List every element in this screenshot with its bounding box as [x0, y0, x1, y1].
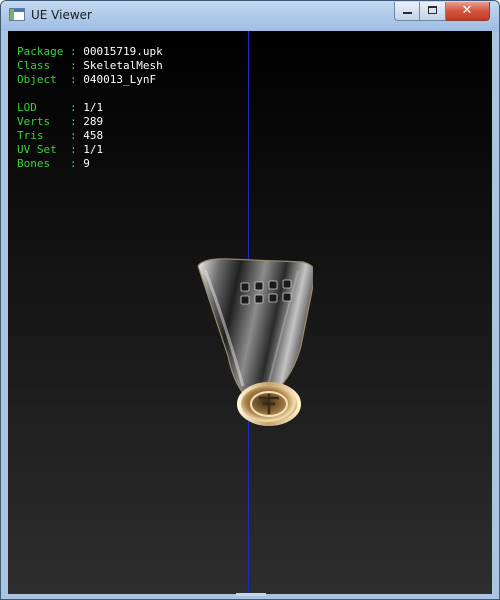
metal-tag-charm-mesh — [197, 258, 313, 426]
mesh-info-overlay: Package : 00015719.upk Class : SkeletalM… — [17, 45, 163, 171]
window-title: UE Viewer — [31, 8, 92, 22]
info-label: Class — [17, 59, 51, 72]
info-label: Tris — [17, 129, 44, 142]
info-value: 00015719.upk — [83, 45, 163, 58]
info-uvset-row: UV Set : 1/1 — [17, 143, 104, 156]
bottom-edge-grip — [236, 593, 266, 596]
minimize-button[interactable] — [394, 2, 420, 21]
info-bones-row: Bones : 9 — [17, 157, 90, 170]
ue-viewer-window: UE Viewer ✕ Package : 00015719.upk Class… — [0, 0, 500, 600]
info-label: Bones — [17, 157, 51, 170]
info-label: Package — [17, 45, 64, 58]
info-package-row: Package : 00015719.upk — [17, 45, 163, 58]
close-icon: ✕ — [461, 3, 473, 18]
info-value: 1/1 — [83, 143, 104, 156]
info-value: 040013_LynF — [83, 73, 157, 86]
info-value: 1/1 — [83, 101, 104, 114]
info-label: UV Set — [17, 143, 57, 156]
minimize-icon — [403, 12, 412, 14]
info-label: LOD — [17, 101, 37, 114]
info-value: 289 — [83, 115, 104, 128]
title-bar[interactable]: UE Viewer ✕ — [1, 1, 499, 31]
info-label: Verts — [17, 115, 51, 128]
maximize-button[interactable] — [420, 2, 446, 21]
info-tris-row: Tris : 458 — [17, 129, 104, 142]
info-lod-row: LOD : 1/1 — [17, 101, 104, 114]
maximize-icon — [428, 6, 437, 14]
info-verts-row: Verts : 289 — [17, 115, 104, 128]
app-icon — [9, 8, 25, 21]
info-value: 9 — [83, 157, 90, 170]
info-value: SkeletalMesh — [83, 59, 163, 72]
3d-viewport[interactable]: Package : 00015719.upk Class : SkeletalM… — [8, 31, 492, 594]
info-value: 458 — [83, 129, 104, 142]
close-button[interactable]: ✕ — [446, 2, 490, 21]
info-object-row: Object : 040013_LynF — [17, 73, 157, 86]
info-class-row: Class : SkeletalMesh — [17, 59, 163, 72]
info-label: Object — [17, 73, 57, 86]
